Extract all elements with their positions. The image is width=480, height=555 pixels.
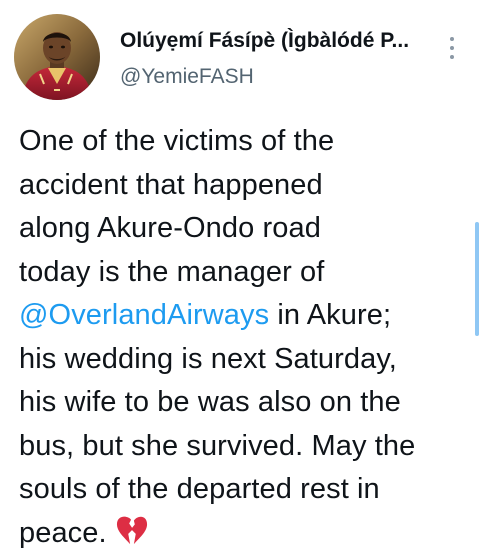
tweet-text: One of the victims of the accident that … (19, 120, 469, 555)
author-avatar[interactable] (14, 14, 100, 100)
mention-link[interactable]: @OverlandAirways (19, 299, 269, 331)
tweet-text-line: souls of the departed rest in (19, 468, 469, 512)
tweet-text-segment: peace. (19, 517, 107, 549)
tweet-text-line: his wife to be was also on the (19, 381, 469, 425)
author-handle[interactable]: @YemieFASH (120, 64, 420, 90)
author-display-name[interactable]: Olúyẹmí Fásípè (Ìgbàlódé P... (120, 28, 420, 54)
scroll-indicator[interactable] (475, 222, 479, 336)
broken-heart-icon (115, 515, 149, 547)
avatar-photo (14, 14, 100, 100)
more-vertical-icon[interactable] (444, 34, 460, 62)
tweet-text-line: accident that happened (19, 164, 469, 208)
tweet-text-line: @OverlandAirways in Akure; (19, 294, 469, 338)
tweet-text-line: today is the manager of (19, 251, 469, 295)
tweet-text-line: along Akure-Ondo road (19, 207, 469, 251)
tweet-header: Olúyẹmí Fásípè (Ìgbàlódé P... @YemieFASH (14, 14, 466, 104)
tweet-text-segment: in Akure; (269, 299, 391, 331)
tweet-text-line: One of the victims of the (19, 120, 469, 164)
tweet-text-line: his wedding is next Saturday, (19, 338, 469, 382)
author-names: Olúyẹmí Fásípè (Ìgbàlódé P... @YemieFASH (120, 28, 420, 90)
tweet-text-line: peace. (19, 512, 469, 555)
tweet-card: Olúyẹmí Fásípè (Ìgbàlódé P... @YemieFASH… (0, 0, 480, 540)
tweet-text-line: bus, but she survived. May the (19, 425, 469, 469)
